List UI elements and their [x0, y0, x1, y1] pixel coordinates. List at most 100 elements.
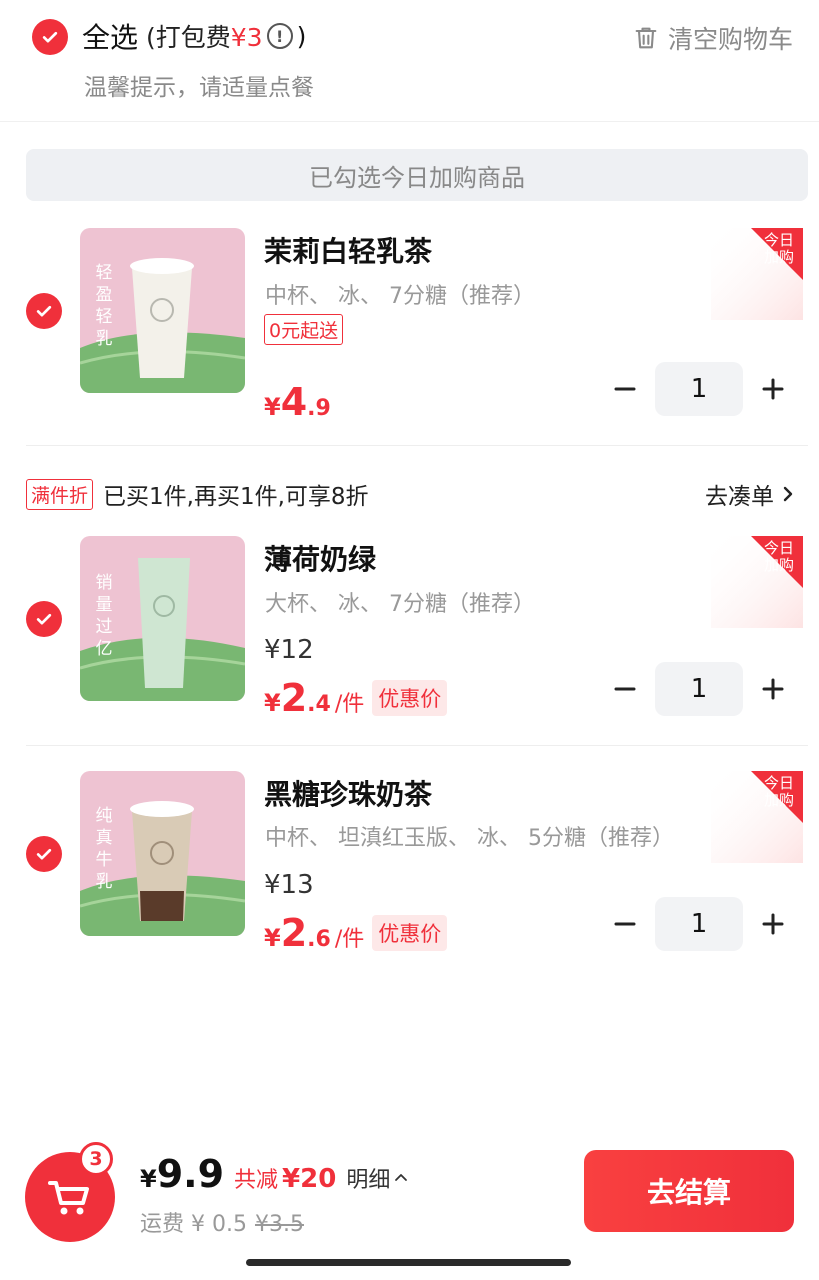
packing-fee: (打包费¥3 [146, 18, 263, 54]
price-integer: 2 [280, 676, 308, 720]
order-tip: 温馨提示，请适量点餐 [84, 75, 314, 101]
quantity-stepper: 1 [605, 897, 793, 951]
today-addon-text: 今日 加购 [763, 539, 794, 574]
check-icon [42, 31, 58, 43]
svg-text:盈: 盈 [96, 285, 113, 305]
cart-header: 全选 (打包费¥3 ! ) 清空购物车 温馨提示，请适量点餐 [0, 0, 819, 122]
quantity-stepper: 1 [605, 662, 793, 716]
total-symbol: ¥ [140, 1165, 157, 1193]
deal-price-badge: 优惠价 [372, 915, 448, 951]
product-spec: 中杯、 坦滇红玉版、 冰、 5分糖（推荐） [265, 826, 674, 851]
svg-text:真: 真 [96, 828, 113, 848]
price-decimal: .4 [307, 692, 331, 717]
plus-icon [762, 913, 784, 935]
minus-icon [614, 687, 636, 691]
original-price: ¥12 [264, 635, 314, 665]
quantity-value[interactable]: 1 [655, 897, 743, 951]
svg-text:销: 销 [96, 573, 113, 593]
quantity-stepper: 1 [605, 362, 793, 416]
selected-today-banner: 已勾选今日加购商品 [26, 149, 808, 201]
price-decimal: .6 [307, 927, 331, 952]
product-name[interactable]: 茉莉白轻乳茶 [264, 230, 432, 270]
clear-cart-button[interactable]: 清空购物车 [632, 20, 793, 56]
product-image[interactable]: 轻 盈 轻 乳 [80, 228, 245, 393]
decrease-button[interactable] [605, 669, 645, 709]
svg-text:乳: 乳 [96, 329, 113, 349]
product-spec: 大杯、 冰、 7分糖（推荐） [265, 592, 535, 617]
price-unit: /件 [334, 692, 365, 717]
price-symbol: ¥ [264, 689, 281, 717]
today-addon-badge: 今日 加购 [711, 771, 803, 863]
order-total: ¥ 9.9 共减 ¥20 明细 [140, 1152, 408, 1196]
decrease-button[interactable] [605, 904, 645, 944]
svg-text:轻: 轻 [96, 263, 113, 283]
free-delivery-tag: 0元起送 [264, 314, 344, 345]
savings-label: 共减 [234, 1168, 279, 1193]
select-all-checkbox[interactable] [32, 19, 68, 55]
home-indicator[interactable] [246, 1259, 571, 1266]
increase-button[interactable] [753, 369, 793, 409]
packing-fee-prefix: (打包费 [146, 23, 231, 52]
today-addon-badge: 今日 加购 [711, 536, 803, 628]
shipping-original-price: ¥3.5 [254, 1212, 304, 1237]
price-detail-toggle[interactable]: 明细 [346, 1162, 408, 1194]
today-addon-text: 今日 加购 [763, 231, 794, 266]
increase-button[interactable] [753, 904, 793, 944]
quantity-value[interactable]: 1 [655, 362, 743, 416]
total-amount: 9.9 [156, 1152, 225, 1196]
add-more-link[interactable]: 去凑单 [705, 477, 796, 511]
chevron-up-icon [395, 1174, 408, 1181]
product-price: ¥2.4/件 优惠价 [264, 676, 448, 720]
svg-text:乳: 乳 [96, 872, 113, 892]
product-spec: 中杯、 冰、 7分糖（推荐） [265, 284, 535, 309]
item-checkbox[interactable] [26, 293, 62, 329]
plus-icon [762, 378, 784, 400]
quantity-value[interactable]: 1 [655, 662, 743, 716]
cart-icon [48, 1181, 89, 1215]
checkout-button[interactable]: 去结算 [584, 1150, 794, 1232]
minus-icon [614, 922, 636, 926]
item-checkbox[interactable] [26, 601, 62, 637]
shipping-fee-label: 运费 ¥ 0.5 [140, 1212, 247, 1237]
add-more-label: 去凑单 [705, 484, 774, 510]
divider [26, 445, 808, 446]
product-price: ¥2.6/件 优惠价 [264, 911, 448, 955]
svg-text:量: 量 [96, 595, 113, 615]
product-image[interactable]: 纯 真 牛 乳 [80, 771, 245, 936]
savings-amount: ¥20 [282, 1164, 337, 1194]
increase-button[interactable] [753, 669, 793, 709]
price-integer: 2 [280, 911, 308, 955]
product-illustration: 纯 真 牛 乳 [80, 771, 245, 936]
product-illustration: 轻 盈 轻 乳 [80, 228, 245, 393]
info-icon[interactable]: ! [266, 23, 293, 49]
shipping-fee: 运费 ¥ 0.5 ¥3.5 [140, 1206, 304, 1238]
price-symbol: ¥ [264, 924, 281, 952]
item-checkbox[interactable] [26, 836, 62, 872]
product-name[interactable]: 薄荷奶绿 [264, 538, 376, 578]
svg-text:牛: 牛 [96, 850, 113, 870]
detail-label: 明细 [346, 1168, 391, 1193]
select-all-label[interactable]: 全选 (打包费¥3 ! ) [82, 16, 306, 56]
minus-icon [614, 387, 636, 391]
svg-text:纯: 纯 [96, 806, 113, 826]
product-price: ¥4.9 [264, 380, 331, 424]
promo-tag: 满件折 [26, 478, 94, 510]
product-image[interactable]: 销 量 过 亿 [80, 536, 245, 701]
original-price: ¥13 [264, 870, 314, 900]
packing-fee-amount: ¥3 [230, 23, 263, 52]
check-icon [36, 305, 52, 317]
promo-text: 已买1件,再买1件,可享8折 [103, 484, 369, 510]
decrease-button[interactable] [605, 369, 645, 409]
select-all-text: 全选 [82, 21, 139, 54]
product-name[interactable]: 黑糖珍珠奶茶 [264, 773, 432, 813]
today-addon-badge: 今日 加购 [711, 228, 803, 320]
svg-text:过: 过 [96, 617, 113, 637]
today-addon-text: 今日 加购 [763, 774, 794, 809]
packing-fee-suffix: ) [296, 21, 307, 51]
plus-icon [762, 678, 784, 700]
clear-cart-label: 清空购物车 [667, 25, 793, 54]
svg-text:轻: 轻 [96, 307, 113, 327]
cart-count-badge: 3 [79, 1142, 113, 1176]
deal-price-badge: 优惠价 [372, 680, 448, 716]
chevron-right-icon [783, 486, 793, 502]
